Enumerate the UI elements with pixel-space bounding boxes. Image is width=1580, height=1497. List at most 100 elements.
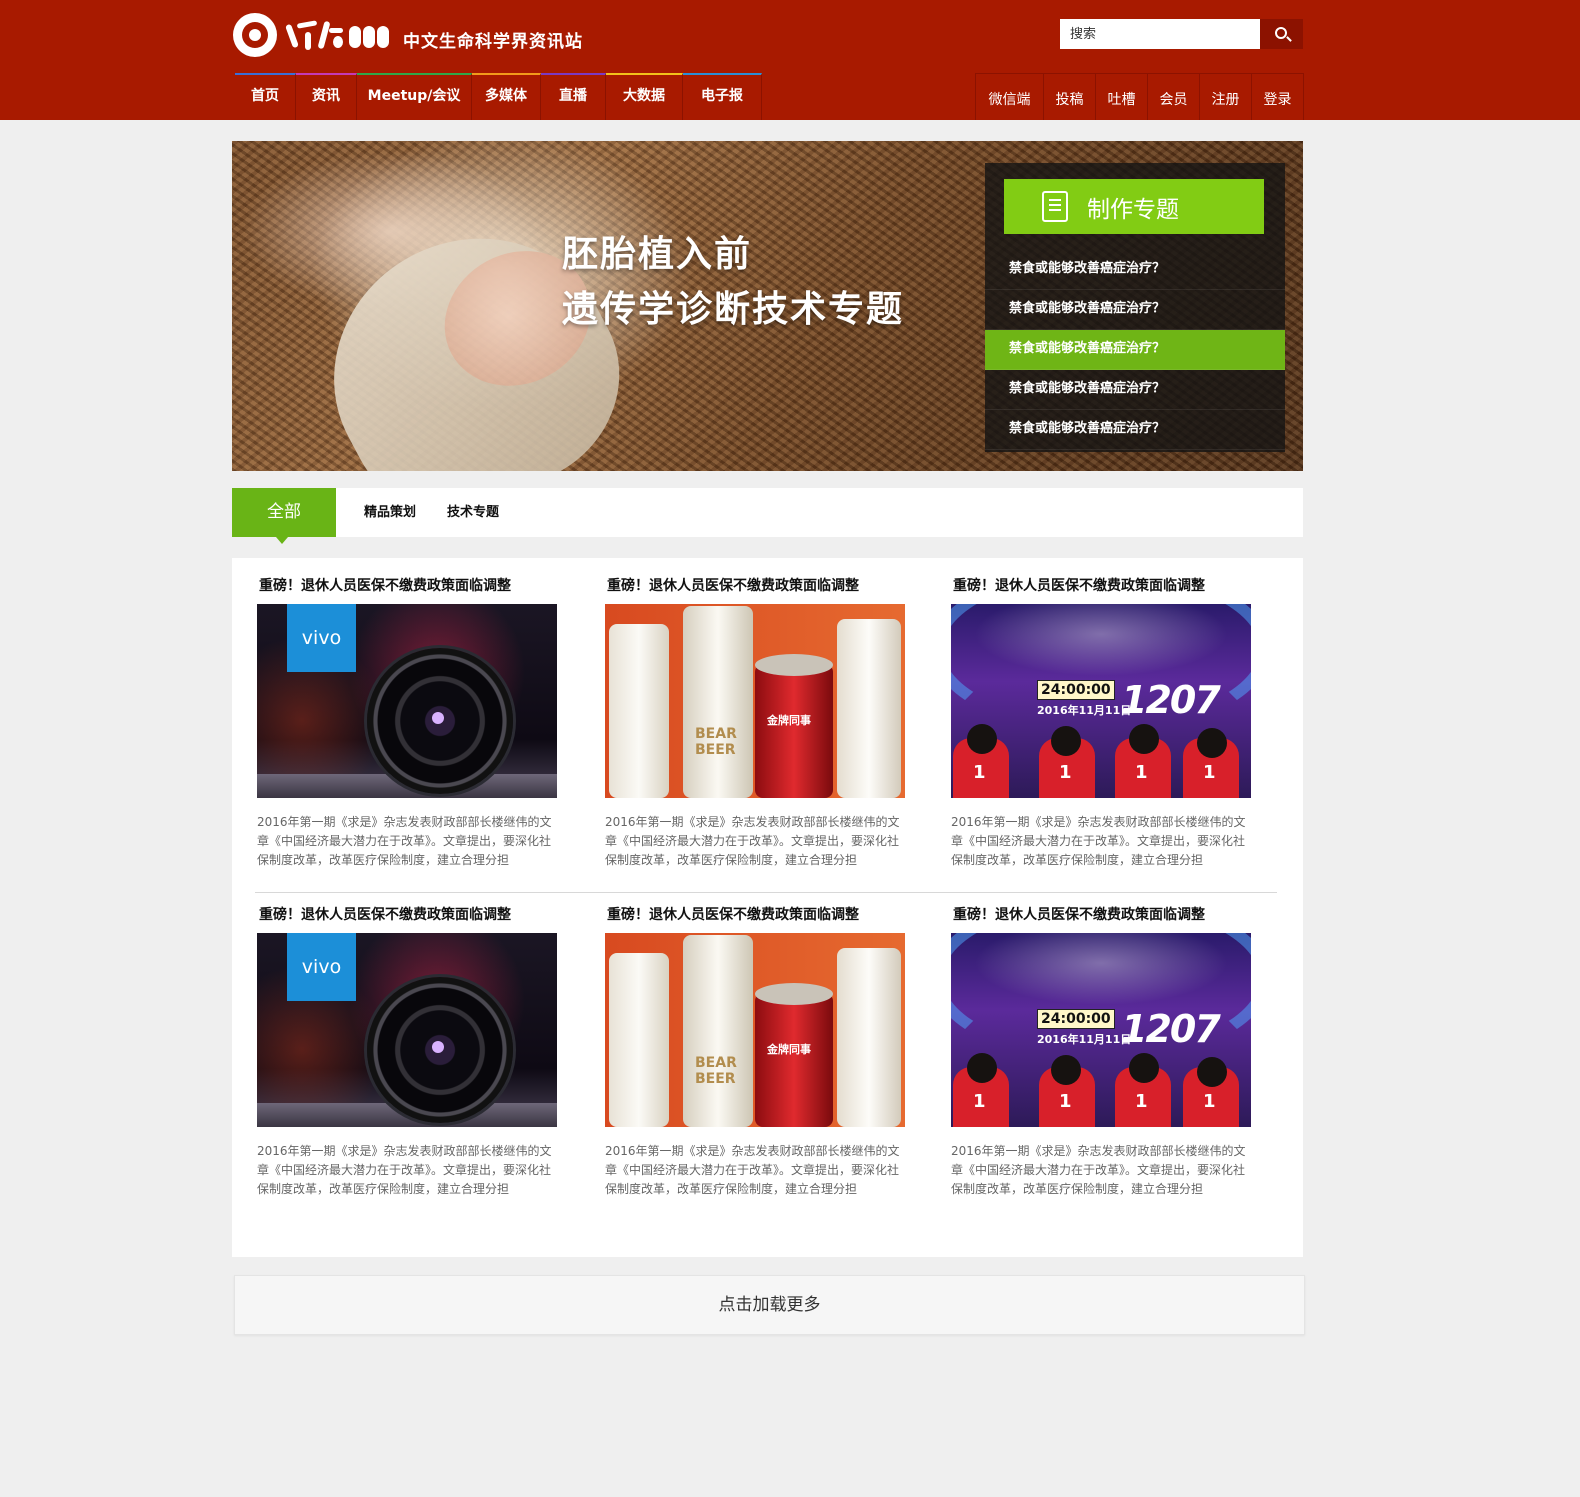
crowd-head xyxy=(1197,1057,1227,1087)
bottle xyxy=(837,948,901,1127)
main-nav: 首页 资讯 Meetup/会议 多媒体 直播 大数据 电子报 xyxy=(235,73,762,120)
topic-panel: 制作专题 禁食或能够改善癌症治疗？ 禁食或能够改善癌症治疗？ 禁食或能够改善癌症… xyxy=(985,163,1285,452)
article-summary: 2016年第一期《求是》杂志发表财政部部长楼继伟的文章《中国经济最大潜力在于改革… xyxy=(951,815,1246,867)
subnav-register[interactable]: 注册 xyxy=(1200,73,1252,120)
bottle xyxy=(609,953,669,1127)
article-card: 重磅！退休人员医保不缴费政策面临调整 BEAR BEER 金牌同事 2016年第… xyxy=(605,905,905,1199)
bottle xyxy=(837,619,901,798)
category-tabs: 全部 精品策划 技术专题 xyxy=(232,488,1303,544)
subnav-submit[interactable]: 投稿 xyxy=(1044,73,1096,120)
article-title[interactable]: 重磅！退休人员医保不缴费政策面临调整 xyxy=(605,905,905,925)
search-box xyxy=(1060,19,1303,49)
bottle xyxy=(609,624,669,798)
subnav-wechat[interactable]: 微信端 xyxy=(976,73,1044,120)
red-can-label: 金牌同事 xyxy=(767,1043,811,1056)
stage-figure: 1207 xyxy=(1121,1007,1221,1051)
article-summary: 2016年第一期《求是》杂志发表财政部部长楼继伟的文章《中国经济最大潜力在于改革… xyxy=(257,1144,552,1196)
nav-item-enewspaper[interactable]: 电子报 xyxy=(683,73,762,120)
logo-wordmark xyxy=(285,18,389,52)
user-nav: 微信端 投稿 吐槽 会员 注册 登录 xyxy=(975,73,1304,120)
article-image-camera[interactable]: vivo xyxy=(257,604,557,798)
red-can-top xyxy=(755,983,833,1005)
search-input[interactable] xyxy=(1060,19,1260,49)
crowd xyxy=(951,724,1251,798)
nav-item-multimedia[interactable]: 多媒体 xyxy=(472,73,541,120)
article-summary: 2016年第一期《求是》杂志发表财政部部长楼继伟的文章《中国经济最大潜力在于改革… xyxy=(605,815,900,867)
create-topic-button[interactable]: 制作专题 xyxy=(1004,179,1264,234)
topic-item-active[interactable]: 禁食或能够改善癌症治疗？ xyxy=(985,330,1285,370)
article-image-bottles[interactable]: BEAR BEER 金牌同事 xyxy=(605,933,905,1127)
create-topic-label: 制作专题 xyxy=(1087,197,1179,223)
crowd-head xyxy=(1129,1053,1159,1083)
site-logo[interactable] xyxy=(233,12,389,58)
stage-date: 2016年11月11日 xyxy=(1037,704,1132,717)
article-summary: 2016年第一期《求是》杂志发表财政部部长楼继伟的文章《中国经济最大潜力在于改革… xyxy=(257,815,552,867)
article-card: 重磅！退休人员医保不缴费政策面临调整 BEAR BEER 金牌同事 2016年第… xyxy=(605,576,905,870)
crowd-head xyxy=(1197,728,1227,758)
crowd-head xyxy=(1051,726,1081,756)
topic-item[interactable]: 禁食或能够改善癌症治疗？ xyxy=(985,370,1285,410)
article-image-stage[interactable]: 24:00:00 2016年11月11日 1207 xyxy=(951,604,1251,798)
article-grid: 重磅！退休人员医保不缴费政策面临调整 vivo 2016年第一期《求是》杂志发表… xyxy=(232,558,1303,1257)
crowd-head xyxy=(967,724,997,754)
lens-highlight xyxy=(432,712,444,724)
article-title[interactable]: 重磅！退休人员医保不缴费政策面临调整 xyxy=(951,576,1251,596)
article-title[interactable]: 重磅！退休人员医保不缴费政策面临调整 xyxy=(257,905,557,925)
search-button[interactable] xyxy=(1260,19,1303,49)
nav-item-live[interactable]: 直播 xyxy=(541,73,606,120)
search-icon xyxy=(1275,27,1287,39)
stage-date: 2016年11月11日 xyxy=(1037,1033,1132,1046)
beer-label-line1: BEAR xyxy=(695,726,737,742)
topic-item[interactable]: 禁食或能够改善癌症治疗？ xyxy=(985,250,1285,290)
red-can xyxy=(755,993,833,1127)
tab-all[interactable]: 全部 xyxy=(232,488,336,544)
stage-timer: 24:00:00 xyxy=(1037,680,1115,700)
vivo-logo: vivo xyxy=(287,604,356,672)
subnav-login[interactable]: 登录 xyxy=(1252,73,1304,120)
site-tagline: 中文生命科学界资讯站 xyxy=(403,32,583,52)
red-can xyxy=(755,664,833,798)
subnav-feedback[interactable]: 吐槽 xyxy=(1096,73,1148,120)
row-divider xyxy=(255,892,1277,893)
bottle xyxy=(683,935,753,1127)
vivo-logo: vivo xyxy=(287,933,356,1001)
logo-target-icon xyxy=(233,13,277,57)
bear-beer-label: BEAR BEER xyxy=(695,726,737,758)
article-card: 重磅！退休人员医保不缴费政策面临调整 vivo 2016年第一期《求是》杂志发表… xyxy=(257,905,557,1199)
bottle xyxy=(683,606,753,798)
article-image-camera[interactable]: vivo xyxy=(257,933,557,1127)
tab-featured[interactable]: 精品策划 xyxy=(364,488,416,537)
banner-title: 胚胎植入前 遗传学诊断技术专题 xyxy=(562,227,904,337)
load-more-button[interactable]: 点击加载更多 xyxy=(234,1275,1305,1335)
crowd-head xyxy=(967,1053,997,1083)
nav-item-meetup[interactable]: Meetup/会议 xyxy=(357,73,472,120)
banner-title-line2: 遗传学诊断技术专题 xyxy=(562,289,905,330)
topic-item[interactable]: 禁食或能够改善癌症治疗？ xyxy=(985,290,1285,330)
article-summary: 2016年第一期《求是》杂志发表财政部部长楼继伟的文章《中国经济最大潜力在于改革… xyxy=(951,1144,1246,1196)
article-summary: 2016年第一期《求是》杂志发表财政部部长楼继伟的文章《中国经济最大潜力在于改革… xyxy=(605,1144,900,1196)
article-image-bottles[interactable]: BEAR BEER 金牌同事 xyxy=(605,604,905,798)
crowd-head xyxy=(1051,1055,1081,1085)
beer-label-line2: BEER xyxy=(695,1071,736,1087)
feature-banner[interactable]: 胚胎植入前 遗传学诊断技术专题 制作专题 禁食或能够改善癌症治疗？ 禁食或能够改… xyxy=(232,141,1303,471)
subnav-member[interactable]: 会员 xyxy=(1148,73,1200,120)
beer-label-line2: BEER xyxy=(695,742,736,758)
article-title[interactable]: 重磅！退休人员医保不缴费政策面临调整 xyxy=(605,576,905,596)
nav-item-bigdata[interactable]: 大数据 xyxy=(606,73,683,120)
article-card: 重磅！退休人员医保不缴费政策面临调整 24:00:00 2016年11月11日 … xyxy=(951,576,1251,870)
tab-tech-topics[interactable]: 技术专题 xyxy=(447,488,499,537)
article-card: 重磅！退休人员医保不缴费政策面临调整 vivo 2016年第一期《求是》杂志发表… xyxy=(257,576,557,870)
bear-beer-label: BEAR BEER xyxy=(695,1055,737,1087)
article-title[interactable]: 重磅！退休人员医保不缴费政策面临调整 xyxy=(951,905,1251,925)
topic-item[interactable]: 禁食或能够改善癌症治疗？ xyxy=(985,410,1285,450)
topic-list: 禁食或能够改善癌症治疗？ 禁食或能够改善癌症治疗？ 禁食或能够改善癌症治疗？ 禁… xyxy=(985,250,1285,450)
beer-label-line1: BEAR xyxy=(695,1055,737,1071)
site-header: 中文生命科学界资讯站 首页 资讯 Meetup/会议 多媒体 直播 大数据 电子… xyxy=(0,0,1580,120)
crowd xyxy=(951,1053,1251,1127)
nav-item-home[interactable]: 首页 xyxy=(235,73,296,120)
article-title[interactable]: 重磅！退休人员医保不缴费政策面临调整 xyxy=(257,576,557,596)
crowd-head xyxy=(1129,724,1159,754)
nav-item-news[interactable]: 资讯 xyxy=(296,73,357,120)
red-can-label: 金牌同事 xyxy=(767,714,811,727)
article-image-stage[interactable]: 24:00:00 2016年11月11日 1207 xyxy=(951,933,1251,1127)
